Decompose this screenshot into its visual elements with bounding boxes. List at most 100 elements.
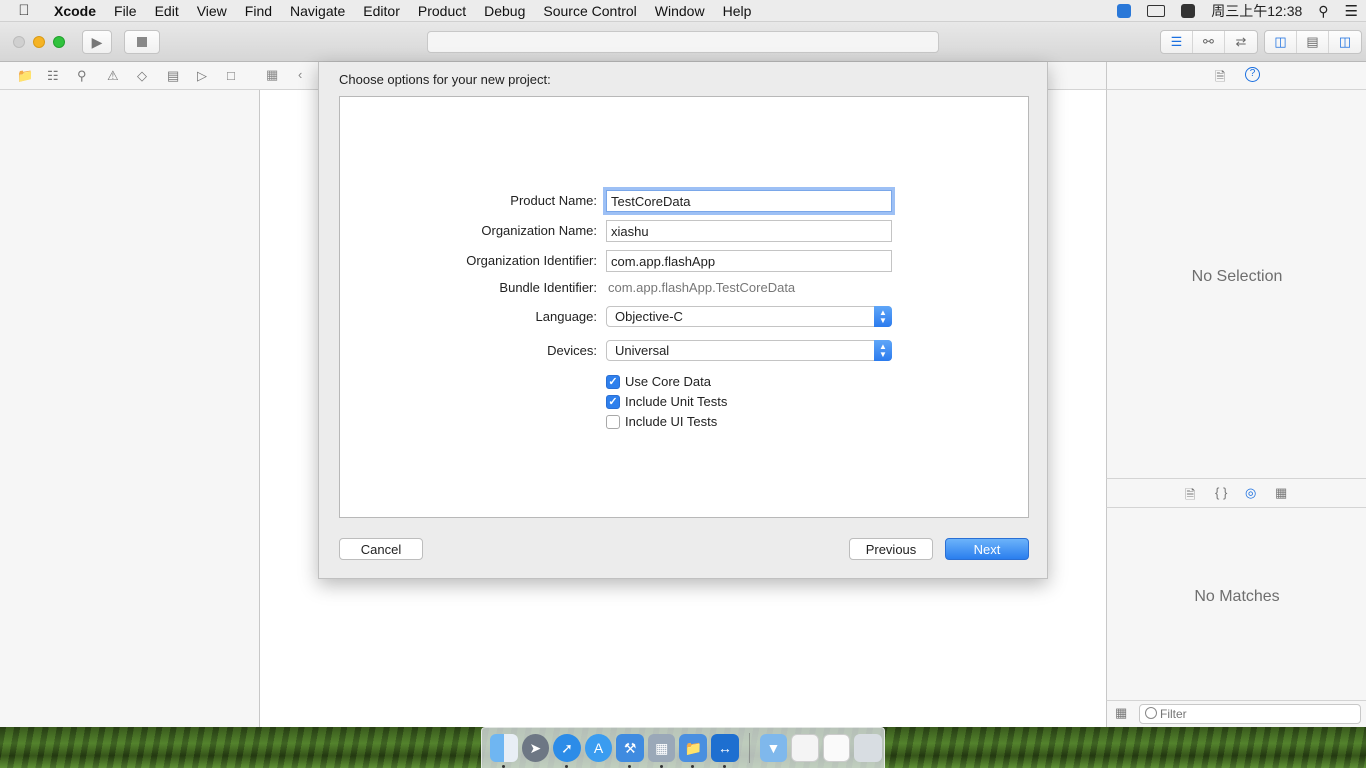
stop-button[interactable] <box>124 30 160 54</box>
navigator-area <box>0 90 260 727</box>
symbol-navigator-icon[interactable]: ☷ <box>47 68 77 84</box>
related-items-icon[interactable]: ▦ <box>266 67 278 83</box>
finder-icon[interactable] <box>490 734 518 768</box>
library-selector-bar: 🗎 { } ◎ ▦ <box>1106 478 1366 508</box>
menu-file[interactable]: File <box>105 3 146 19</box>
menu-view[interactable]: View <box>188 3 236 19</box>
use-core-data-option[interactable]: ✓ Use Core Data <box>606 374 711 389</box>
new-project-sheet: Choose options for your new project: Pro… <box>318 62 1048 579</box>
previous-button[interactable]: Previous <box>849 538 933 560</box>
devices-popup-value: Universal <box>615 343 670 358</box>
project-options-form: Product Name: Organization Name: Organiz… <box>339 96 1029 518</box>
menu-product[interactable]: Product <box>409 3 475 19</box>
include-unit-tests-checkbox[interactable]: ✓ <box>606 394 620 409</box>
menu-window[interactable]: Window <box>646 3 714 19</box>
play-icon: ▶ <box>91 33 103 50</box>
display-mirroring-icon[interactable] <box>1147 5 1166 17</box>
quick-help-icon[interactable]: ? <box>1245 67 1260 82</box>
product-name-field[interactable] <box>606 190 892 212</box>
activity-viewer <box>427 31 939 53</box>
view-toggle-control: ◫ ▤ ◫ <box>1264 30 1362 54</box>
include-unit-tests-option[interactable]: ✓ Include Unit Tests <box>606 394 727 409</box>
debug-navigator-icon[interactable]: ▤ <box>167 68 197 84</box>
dock: ➤ ➚ A ⚒ ▦ 📁 ↔ ▼ <box>481 727 885 768</box>
folder-icon[interactable]: 📁 <box>679 734 708 768</box>
document-icon[interactable] <box>822 734 851 762</box>
apple-menu-icon[interactable]:  <box>0 2 48 19</box>
file-template-library-icon[interactable]: 🗎 <box>1185 486 1195 508</box>
cancel-button[interactable]: Cancel <box>339 538 423 560</box>
inspector-selector-bar: 🗎 ? <box>1106 62 1366 90</box>
object-library-icon[interactable]: ◎ <box>1245 485 1256 501</box>
menu-app-name[interactable]: Xcode <box>48 3 105 19</box>
menu-find[interactable]: Find <box>236 3 281 19</box>
grid-view-icon[interactable]: ▦ <box>1115 705 1127 721</box>
run-button[interactable]: ▶ <box>82 30 112 54</box>
toggle-navigator-icon[interactable]: ◫ <box>1265 31 1297 53</box>
library-filter-bar: ▦ <box>1106 700 1366 727</box>
teamviewer-icon[interactable]: ↔ <box>711 734 739 768</box>
include-ui-tests-option[interactable]: Include UI Tests <box>606 414 717 429</box>
include-ui-tests-checkbox[interactable] <box>606 414 620 429</box>
find-navigator-icon[interactable]: ⚲ <box>77 68 107 84</box>
notification-center-icon[interactable]: ☰ <box>1345 2 1358 20</box>
file-inspector-icon[interactable]: 🗎 <box>1215 68 1225 90</box>
project-navigator-icon[interactable]: 📁 <box>17 68 47 84</box>
menu-help[interactable]: Help <box>714 3 761 19</box>
menu-bar:  Xcode File Edit View Find Navigate Edi… <box>0 0 1366 22</box>
teamviewer-status-icon[interactable] <box>1117 4 1132 18</box>
language-popup[interactable]: Objective-C ▲ ▼ <box>606 306 892 327</box>
launchpad-icon[interactable]: ➤ <box>521 734 550 762</box>
app-store-icon[interactable]: A <box>584 734 613 762</box>
sheet-title: Choose options for your new project: <box>339 72 551 87</box>
toggle-utilities-icon[interactable]: ◫ <box>1329 31 1361 53</box>
xcode-icon[interactable]: ⚒ <box>616 734 644 768</box>
trash-icon[interactable] <box>854 734 882 762</box>
back-arrow-icon[interactable]: ‹ <box>298 67 302 82</box>
zoom-window-button[interactable] <box>53 36 65 48</box>
organization-identifier-label: Organization Identifier: <box>466 253 597 268</box>
test-navigator-icon[interactable]: ◇ <box>137 68 167 84</box>
product-name-label: Product Name: <box>510 193 597 208</box>
menu-clock[interactable]: 周三上午12:38 <box>1211 1 1302 21</box>
spotlight-search-icon[interactable]: ⚲ <box>1318 3 1328 20</box>
devices-label: Devices: <box>547 343 597 358</box>
menu-edit[interactable]: Edit <box>146 3 188 19</box>
preview-icon[interactable]: ▦ <box>647 734 676 768</box>
organization-name-field[interactable] <box>606 220 892 242</box>
organization-identifier-field[interactable] <box>606 250 892 272</box>
menu-debug[interactable]: Debug <box>475 3 534 19</box>
no-matches-label: No Matches <box>1194 588 1280 605</box>
assistant-editor-icon[interactable]: ⚯ <box>1193 31 1225 53</box>
organization-name-label: Organization Name: <box>481 223 597 238</box>
menu-navigate[interactable]: Navigate <box>281 3 354 19</box>
no-selection-label: No Selection <box>1191 268 1283 285</box>
input-method-icon[interactable] <box>1181 4 1196 18</box>
next-button[interactable]: Next <box>945 538 1029 560</box>
language-label: Language: <box>535 309 597 324</box>
window-toolbar: ▶ ☰ ⚯ ⇄ ◫ ▤ ◫ <box>0 22 1366 62</box>
menu-source-control[interactable]: Source Control <box>534 3 645 19</box>
media-library-icon[interactable]: ▦ <box>1275 485 1287 501</box>
minimize-window-button[interactable] <box>33 36 45 48</box>
include-unit-tests-label: Include Unit Tests <box>625 394 728 409</box>
editor-mode-control: ☰ ⚯ ⇄ <box>1160 30 1258 54</box>
dock-separator <box>748 733 750 763</box>
devices-popup[interactable]: Universal ▲ ▼ <box>606 340 892 361</box>
code-snippet-library-icon[interactable]: { } <box>1215 485 1227 500</box>
screenshot-icon[interactable] <box>791 734 819 762</box>
menu-editor[interactable]: Editor <box>354 3 409 19</box>
breakpoint-navigator-icon[interactable]: ▷ <box>197 68 227 84</box>
toggle-debug-area-icon[interactable]: ▤ <box>1297 31 1329 53</box>
report-navigator-icon[interactable]: □ <box>227 68 257 83</box>
version-editor-icon[interactable]: ⇄ <box>1225 31 1257 53</box>
popup-arrows-icon: ▲ ▼ <box>874 340 892 361</box>
library-filter-input[interactable] <box>1139 704 1361 724</box>
close-window-button[interactable] <box>13 36 25 48</box>
standard-editor-icon[interactable]: ☰ <box>1161 31 1193 53</box>
downloads-folder-icon[interactable]: ▼ <box>759 734 788 762</box>
use-core-data-checkbox[interactable]: ✓ <box>606 374 620 389</box>
issue-navigator-icon[interactable]: ⚠ <box>107 68 137 84</box>
safari-icon[interactable]: ➚ <box>553 734 581 768</box>
popup-arrows-icon: ▲ ▼ <box>874 306 892 327</box>
